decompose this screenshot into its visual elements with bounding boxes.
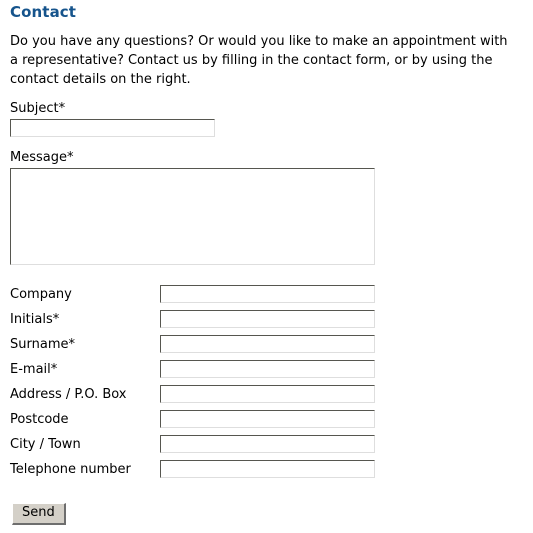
- contact-details-fields: Company Initials* Surname* E-mail* Address /…: [0, 284, 533, 484]
- field-row: Telephone number: [0, 459, 533, 484]
- message-input[interactable]: [10, 168, 375, 265]
- message-field-group: Message*: [10, 150, 375, 265]
- field-input[interactable]: [160, 335, 375, 353]
- field-row: City / Town: [0, 434, 533, 459]
- field-input[interactable]: [160, 435, 375, 453]
- field-input[interactable]: [160, 285, 375, 303]
- field-row: E-mail*: [0, 359, 533, 384]
- contact-page: Contact Do you have any questions? Or wo…: [0, 0, 533, 533]
- field-input[interactable]: [160, 385, 375, 403]
- field-label: Postcode: [10, 412, 69, 427]
- field-row: Address / P.O. Box: [0, 384, 533, 409]
- field-input[interactable]: [160, 460, 375, 478]
- intro-paragraph: Do you have any questions? Or would you …: [10, 34, 508, 87]
- submit-area: Send: [12, 501, 66, 525]
- field-label: E-mail*: [10, 362, 58, 377]
- field-row: Surname*: [0, 334, 533, 359]
- field-label: Company: [10, 287, 72, 302]
- field-label: Surname*: [10, 337, 75, 352]
- field-input[interactable]: [160, 410, 375, 428]
- field-row: Company: [0, 284, 533, 309]
- field-label: City / Town: [10, 437, 81, 452]
- field-label: Initials*: [10, 312, 60, 327]
- field-label: Address / P.O. Box: [10, 387, 127, 402]
- field-input[interactable]: [160, 310, 375, 328]
- field-row: Postcode: [0, 409, 533, 434]
- field-label: Telephone number: [10, 462, 131, 477]
- subject-field-group: Subject*: [10, 101, 215, 137]
- page-title: Contact: [10, 3, 77, 21]
- subject-label: Subject*: [10, 101, 66, 116]
- field-row: Initials*: [0, 309, 533, 334]
- send-button[interactable]: Send: [12, 503, 66, 525]
- field-input[interactable]: [160, 360, 375, 378]
- message-label: Message*: [10, 150, 74, 165]
- subject-input[interactable]: [10, 119, 215, 137]
